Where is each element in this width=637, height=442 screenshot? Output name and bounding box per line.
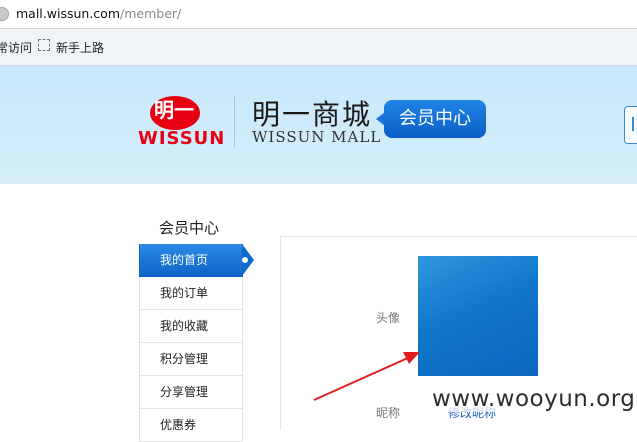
watermark: www.wooyun.org xyxy=(430,386,637,412)
arrow-shaft xyxy=(313,356,411,401)
annotation-arrow xyxy=(313,352,420,401)
active-dot-icon xyxy=(242,257,248,263)
